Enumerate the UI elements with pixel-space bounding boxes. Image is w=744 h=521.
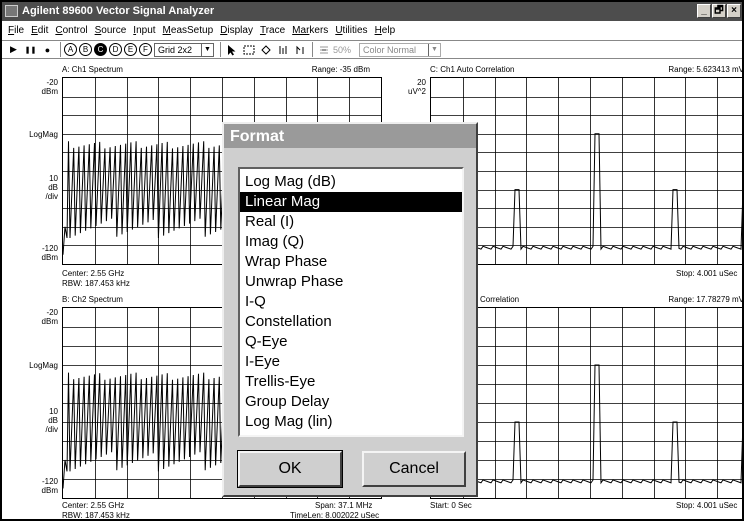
format-option-unwrap-phase[interactable]: Unwrap Phase: [240, 272, 462, 292]
menu-edit[interactable]: Edit: [31, 22, 48, 39]
pane-b-y-bottom: -120: [41, 477, 58, 486]
menu-file[interactable]: File: [8, 22, 24, 39]
pane-a-title: A: Ch1 Spectrum: [62, 65, 123, 74]
pane-b-y-bottom-unit: dBm: [41, 486, 58, 495]
pane-a-y-format: LogMag: [29, 130, 58, 139]
pane-a-scale-div: /div: [45, 192, 58, 201]
pane-c-range: Range: 5.623413 mV: [668, 65, 744, 74]
pane-b-title: B: Ch2 Spectrum: [62, 295, 123, 304]
trace-b-button[interactable]: B: [79, 43, 92, 56]
zoom-level: 50%: [333, 44, 352, 55]
pane-a-y-bottom: -120: [41, 244, 58, 253]
format-option-imag-q[interactable]: Imag (Q): [240, 232, 462, 252]
trace-a-button[interactable]: A: [64, 43, 77, 56]
pane-a-scale: 10: [49, 174, 58, 183]
title-bar: Agilent 89600 Vector Signal Analyzer _ 🗗…: [2, 2, 742, 21]
format-option-log-mag-db[interactable]: Log Mag (dB): [240, 172, 462, 192]
pane-b-scale: 10: [49, 407, 58, 416]
zoom-slider-icon[interactable]: [316, 42, 331, 57]
chevron-down-icon: ▼: [201, 43, 213, 56]
format-dialog-title: Format: [224, 124, 476, 148]
pane-d-range: Range: 17.78279 mV: [668, 295, 744, 304]
format-option-log-mag-lin[interactable]: Log Mag (lin): [240, 412, 462, 432]
menu-display[interactable]: Display: [220, 22, 253, 39]
menu-control[interactable]: Control: [55, 22, 87, 39]
color-scheme-value: Color Normal: [363, 44, 417, 55]
color-scheme-select[interactable]: Color Normal ▼: [359, 42, 442, 57]
pane-b-span: Span: 37.1 MHz: [315, 501, 373, 510]
pane-b-y-top-unit: dBm: [41, 317, 58, 326]
pane-b-y-top: -20: [46, 308, 58, 317]
format-option-constellation[interactable]: Constellation: [240, 312, 462, 332]
pane-a-y-bottom-unit: dBm: [41, 253, 58, 262]
pane-b-scale-unit: dB: [48, 416, 58, 425]
format-dialog: Format Log Mag (dB) Linear Mag Real (I) …: [222, 122, 478, 497]
marker-bars-icon[interactable]: [275, 42, 290, 57]
toolbar-separator: [60, 42, 61, 57]
pane-c-stop: Stop: 4.001 uSec: [676, 269, 738, 278]
play-icon[interactable]: ▶: [6, 42, 21, 57]
window-title: Agilent 89600 Vector Signal Analyzer: [22, 5, 215, 17]
pane-b-center-freq: Center: 2.55 GHz: [62, 501, 125, 510]
pane-d-title: Correlation: [480, 295, 520, 304]
toolbar-separator: [312, 42, 313, 57]
format-options-list[interactable]: Log Mag (dB) Linear Mag Real (I) Imag (Q…: [238, 167, 464, 437]
menu-bar: File Edit Control Source Input MeasSetup…: [2, 22, 742, 39]
analyzer-window: Agilent 89600 Vector Signal Analyzer _ 🗗…: [0, 0, 744, 521]
menu-input[interactable]: Input: [133, 22, 155, 39]
app-icon: [5, 5, 18, 17]
pane-c-y-top-unit: uV^2: [408, 87, 426, 96]
pane-d-stop: Stop: 4.001 uSec: [676, 501, 738, 510]
grid-layout-value: Grid 2x2: [158, 44, 193, 55]
pane-a-y-top-unit: dBm: [41, 87, 58, 96]
menu-utilities[interactable]: Utilities: [335, 22, 367, 39]
format-option-wrap-phase[interactable]: Wrap Phase: [240, 252, 462, 272]
format-option-i-eye[interactable]: I-Eye: [240, 352, 462, 372]
format-option-i-q[interactable]: I-Q: [240, 292, 462, 312]
format-option-linear-mag[interactable]: Linear Mag: [240, 192, 462, 212]
pane-a-y-top: -20: [46, 78, 58, 87]
pane-c-y-top: 20: [417, 78, 426, 87]
menu-markers[interactable]: Markers: [292, 22, 328, 39]
pane-b-scale-div: /div: [45, 425, 58, 434]
pane-b-y-format: LogMag: [29, 361, 58, 370]
chevron-down-icon: ▼: [428, 43, 440, 56]
cancel-button[interactable]: Cancel: [362, 451, 466, 487]
format-option-trellis-eye[interactable]: Trellis-Eye: [240, 372, 462, 392]
format-option-group-delay[interactable]: Group Delay: [240, 392, 462, 412]
format-option-real-i[interactable]: Real (I): [240, 212, 462, 232]
zoom-box-icon[interactable]: [241, 42, 256, 57]
pane-b-timelen: TimeLen: 8.002022 uSec: [290, 511, 380, 520]
pane-b-rbw: RBW: 187.453 kHz: [62, 511, 130, 520]
trace-c-button[interactable]: C: [94, 43, 107, 56]
close-button[interactable]: ×: [727, 4, 741, 18]
toolbar: ▶ ❚❚ ● A B C D E F Grid 2x2▼ 50% Color: [2, 40, 742, 59]
pane-a-scale-unit: dB: [48, 183, 58, 192]
restore-button[interactable]: 🗗: [712, 4, 726, 18]
menu-meassetup[interactable]: MeasSetup: [163, 22, 214, 39]
format-option-q-eye[interactable]: Q-Eye: [240, 332, 462, 352]
record-icon[interactable]: ●: [40, 42, 55, 57]
pane-d-start: Start: 0 Sec: [430, 501, 472, 510]
grid-layout-select[interactable]: Grid 2x2 ▼: [154, 42, 214, 57]
marker-peak-icon[interactable]: [292, 42, 307, 57]
pointer-icon[interactable]: [224, 42, 239, 57]
ok-button[interactable]: OK: [237, 450, 343, 488]
menu-trace[interactable]: Trace: [260, 22, 285, 39]
trace-f-button[interactable]: F: [139, 43, 152, 56]
trace-d-button[interactable]: D: [109, 43, 122, 56]
pane-c-title: C: Ch1 Auto Correlation: [430, 65, 515, 74]
menu-help[interactable]: Help: [375, 22, 396, 39]
trace-e-button[interactable]: E: [124, 43, 137, 56]
pane-a-rbw: RBW: 187.453 kHz: [62, 279, 130, 288]
minimize-button[interactable]: _: [697, 4, 711, 18]
pause-icon[interactable]: ❚❚: [23, 42, 38, 57]
marker-diamond-icon[interactable]: [258, 42, 273, 57]
pane-a-center-freq: Center: 2.55 GHz: [62, 269, 125, 278]
pane-a-range: Range: -35 dBm: [311, 65, 370, 74]
toolbar-separator: [220, 42, 221, 57]
menu-source[interactable]: Source: [95, 22, 127, 39]
